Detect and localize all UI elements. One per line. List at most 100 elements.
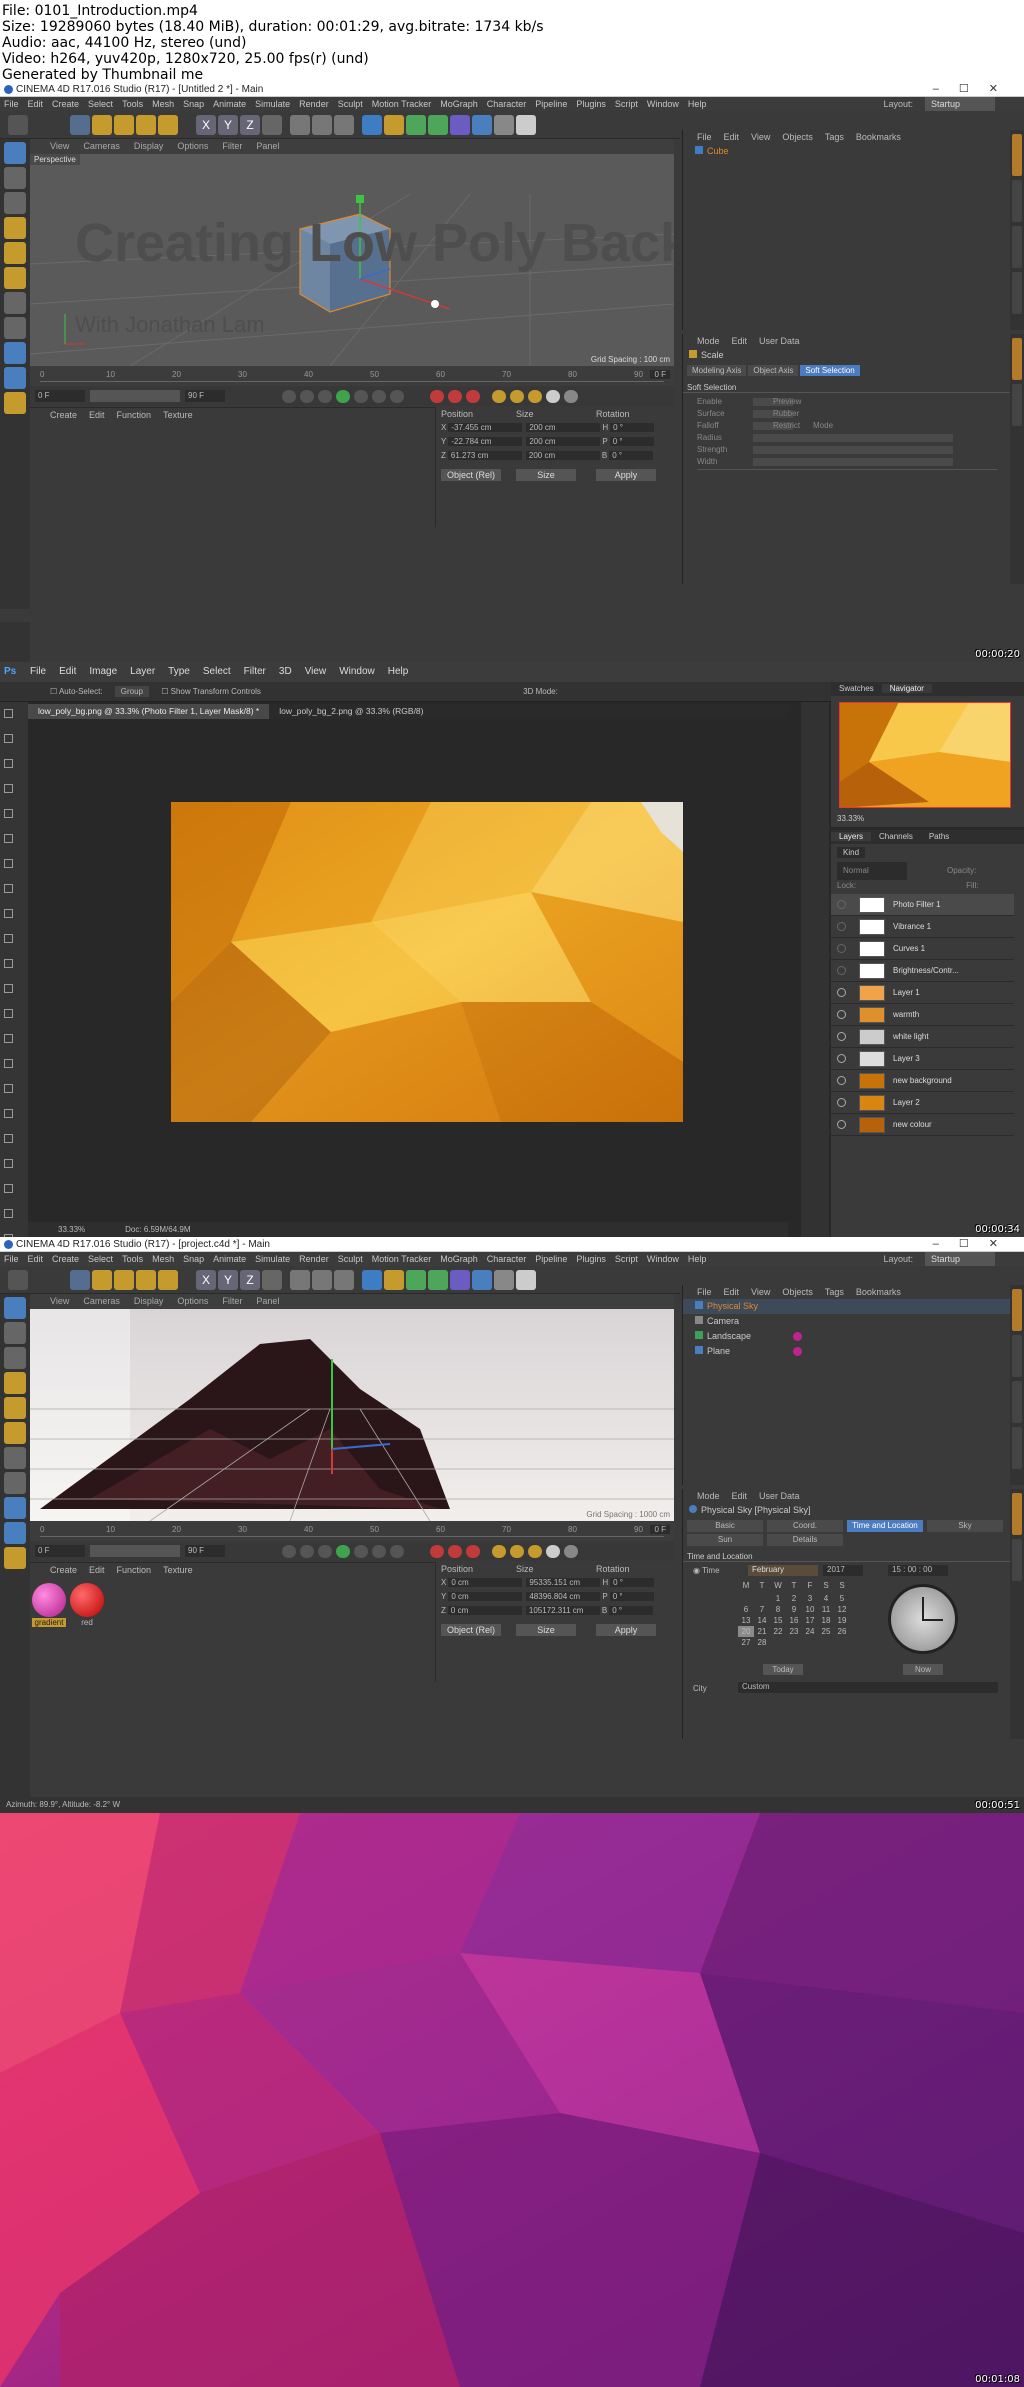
- viewport-menu-item-view[interactable]: View: [50, 141, 69, 151]
- render-picture-icon[interactable]: [312, 1270, 332, 1290]
- menu-item-view[interactable]: View: [305, 666, 327, 677]
- window-controls[interactable]: –☐✕: [933, 1237, 1018, 1252]
- autokey-icon[interactable]: [448, 390, 462, 403]
- object-row-physical-sky[interactable]: Physical Sky: [683, 1299, 1024, 1314]
- calendar-day[interactable]: [754, 1590, 770, 1601]
- calendar-day[interactable]: 21: [754, 1626, 770, 1637]
- calendar-day[interactable]: 14: [754, 1615, 770, 1626]
- viewport-menu-item-display[interactable]: Display: [134, 141, 164, 151]
- current-frame-field[interactable]: 0 F: [650, 1525, 670, 1534]
- record-icon[interactable]: [430, 390, 444, 403]
- deformer-icon[interactable]: [450, 1270, 470, 1290]
- record-icon[interactable]: [430, 1545, 444, 1558]
- recent-tool-icon[interactable]: [158, 115, 178, 135]
- key-pla-icon[interactable]: [564, 390, 578, 403]
- viewport-menu-item-display[interactable]: Display: [134, 1296, 164, 1306]
- menu-item-snap[interactable]: Snap: [183, 1254, 204, 1264]
- go-end-icon[interactable]: [390, 1545, 404, 1558]
- frame-range-slider[interactable]: [90, 1545, 180, 1557]
- calendar-day[interactable]: 28: [754, 1637, 770, 1648]
- scale-icon[interactable]: [114, 1270, 134, 1290]
- tool-icon[interactable]: [4, 959, 13, 968]
- menu-item-sculpt[interactable]: Sculpt: [338, 1254, 363, 1264]
- visibility-eye-icon[interactable]: [837, 1076, 846, 1085]
- start-frame-field[interactable]: 0 F: [35, 1545, 85, 1557]
- attribute-menu-item-mode[interactable]: Mode: [697, 1491, 720, 1501]
- render-picture-icon[interactable]: [312, 115, 332, 135]
- calendar-day[interactable]: 11: [818, 1604, 834, 1615]
- attribute-tab[interactable]: Coord.: [767, 1520, 843, 1532]
- deformer-icon[interactable]: [450, 115, 470, 135]
- keyframe-selection-icon[interactable]: [466, 390, 480, 403]
- viewport-menu-item-filter[interactable]: Filter: [222, 141, 242, 151]
- menu-item-file[interactable]: File: [4, 99, 19, 109]
- cube-icon[interactable]: [362, 115, 382, 135]
- scale-icon[interactable]: [114, 115, 134, 135]
- frame-range-slider[interactable]: [90, 390, 180, 402]
- render-settings-icon[interactable]: [334, 115, 354, 135]
- tool-icon[interactable]: [4, 934, 13, 943]
- coord-pos[interactable]: -22.784 cm: [448, 437, 523, 446]
- tool-icon[interactable]: [4, 1134, 13, 1143]
- lock-workplane-icon[interactable]: [4, 392, 26, 414]
- calendar-day[interactable]: 27: [738, 1637, 754, 1648]
- tool-icon[interactable]: [4, 1009, 13, 1018]
- workplane-icon[interactable]: [4, 367, 26, 389]
- analog-clock[interactable]: [888, 1584, 958, 1654]
- viewport-menu-item-filter[interactable]: Filter: [222, 1296, 242, 1306]
- menu-item-select[interactable]: Select: [88, 99, 113, 109]
- tool-icon[interactable]: [4, 909, 13, 918]
- menu-item-help[interactable]: Help: [688, 1254, 707, 1264]
- model-mode-icon[interactable]: [4, 167, 26, 189]
- calendar-day[interactable]: 23: [786, 1626, 802, 1637]
- menu-item-image[interactable]: Image: [89, 666, 117, 677]
- object-menu-item-file[interactable]: File: [697, 132, 712, 142]
- menu-item-edit[interactable]: Edit: [28, 99, 44, 109]
- menu-item-window[interactable]: Window: [647, 99, 679, 109]
- layer-row[interactable]: Vibrance 1: [831, 916, 1014, 938]
- tool-icon[interactable]: [4, 759, 13, 768]
- attribute-tab[interactable]: Time and Location: [847, 1520, 923, 1532]
- layout-selector[interactable]: Layout: Startup: [883, 1252, 995, 1266]
- calendar-day[interactable]: 22: [770, 1626, 786, 1637]
- tool-icon[interactable]: [4, 859, 13, 868]
- calendar-day[interactable]: 10: [802, 1604, 818, 1615]
- visibility-eye-icon[interactable]: [837, 944, 846, 953]
- material-menu-item-edit[interactable]: Edit: [89, 1565, 105, 1575]
- coord-size[interactable]: 48396.804 cm: [526, 1592, 601, 1601]
- auto-select-checkbox[interactable]: ☐: [50, 687, 59, 696]
- menu-item-script[interactable]: Script: [615, 99, 638, 109]
- menu-item-help[interactable]: Help: [688, 99, 707, 109]
- structure-tab[interactable]: [1012, 272, 1022, 314]
- menu-item-window[interactable]: Window: [339, 666, 375, 677]
- layer-filter-kind[interactable]: Kind: [837, 847, 866, 858]
- falloff-graph[interactable]: [697, 469, 997, 529]
- coordinate-system-icon[interactable]: [262, 1270, 282, 1290]
- year-field[interactable]: 2017: [823, 1565, 863, 1576]
- calendar-day[interactable]: 18: [818, 1615, 834, 1626]
- keyframe-selection-icon[interactable]: [466, 1545, 480, 1558]
- coord-pos[interactable]: -37.455 cm: [448, 423, 523, 432]
- tool-icon[interactable]: [4, 809, 13, 818]
- attribute-row-field[interactable]: [753, 446, 953, 454]
- object-menu-item-tags[interactable]: Tags: [825, 132, 844, 142]
- now-button[interactable]: Now: [903, 1664, 943, 1675]
- panel-tab-navigator[interactable]: Navigator: [881, 684, 932, 693]
- calendar-day[interactable]: 2: [786, 1593, 802, 1604]
- calendar-day[interactable]: 1: [770, 1593, 786, 1604]
- layer-row[interactable]: new colour: [831, 1114, 1014, 1136]
- material-menu-item-create[interactable]: Create: [50, 410, 77, 420]
- menu-item-snap[interactable]: Snap: [183, 99, 204, 109]
- points-mode-icon[interactable]: [4, 1372, 26, 1394]
- coord-mode-dropdown[interactable]: Object (Rel): [441, 469, 501, 481]
- menu-item-sculpt[interactable]: Sculpt: [338, 99, 363, 109]
- menu-item-edit[interactable]: Edit: [59, 666, 76, 677]
- layer-row[interactable]: white light: [831, 1026, 1014, 1048]
- calendar-day[interactable]: 3: [802, 1593, 818, 1604]
- coord-pos[interactable]: 0 cm: [447, 1606, 522, 1615]
- menu-item-pipeline[interactable]: Pipeline: [535, 1254, 567, 1264]
- key-rotation-icon[interactable]: [528, 390, 542, 403]
- coord-size[interactable]: 95335.151 cm: [526, 1578, 601, 1587]
- attribute-menu-item-user-data[interactable]: User Data: [759, 336, 800, 346]
- attributes-tab[interactable]: [1012, 338, 1022, 380]
